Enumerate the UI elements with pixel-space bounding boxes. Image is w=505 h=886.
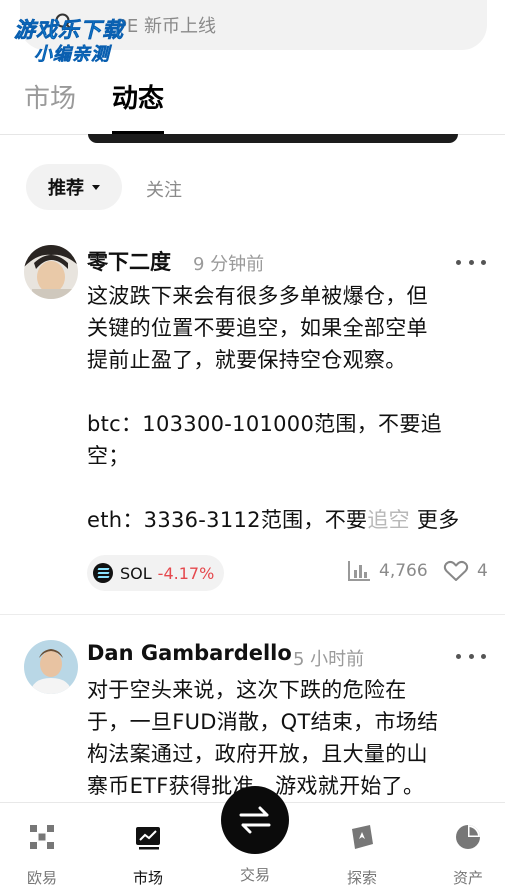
tab-feed[interactable]: 动态 [112, 78, 165, 134]
post-line: 于，一旦FUD消散，QT结束，市场结 [87, 710, 439, 734]
bar-chart-icon [348, 561, 370, 581]
coin-symbol: SOL [120, 563, 152, 583]
views-stat: 4,766 [347, 560, 428, 582]
post-line: 构法案通过，政府开放，且大量的山 [87, 742, 428, 766]
trade-button[interactable] [221, 786, 289, 854]
post-line: 寨币ETF获得批准，游戏就开始了。 [87, 770, 487, 802]
post-time: 9 分钟前 [193, 254, 265, 275]
nav-assets-label: 资产 [452, 869, 483, 886]
banner-edge [88, 134, 458, 143]
read-more-link[interactable]: 更多 [417, 508, 460, 532]
caret-down-icon [92, 184, 100, 190]
post-line: eth：3336-3112范围，不要 [87, 508, 368, 532]
nav-explore-label: 探索 [346, 869, 377, 886]
nav-home-label: 欧易 [26, 869, 57, 886]
nav-assets[interactable]: 资产 [438, 823, 498, 886]
post-line [87, 472, 487, 504]
post-line: 这波跌下来会有很多多单被爆仓，但 [87, 284, 428, 308]
pie-chart-icon [456, 825, 480, 849]
more-options-icon[interactable] [456, 652, 486, 660]
post-line: 提前止盈了，就要保持空仓观察。 [87, 348, 407, 372]
avatar[interactable] [24, 640, 78, 694]
views-count: 4,766 [379, 561, 428, 581]
compass-icon [352, 825, 373, 849]
follow-tab[interactable]: 关注 [146, 176, 182, 202]
heart-icon [443, 560, 469, 581]
nav-home[interactable]: 欧易 [12, 823, 72, 886]
post-line-last: eth：3336-3112范围，不要追空 更多 [87, 504, 487, 536]
coin-tag[interactable]: SOL -4.17% [87, 555, 225, 591]
recommend-label: 推荐 [48, 178, 84, 199]
post-body[interactable]: 这波跌下来会有很多多单被爆仓，但 关键的位置不要追空，如果全部空单 提前止盈了，… [87, 280, 487, 536]
nav-trade-label: 交易 [239, 866, 270, 884]
post-divider [0, 614, 505, 615]
okx-logo-icon [30, 825, 54, 849]
post-body[interactable]: 对于空头来说，这次下跌的危险在 于，一旦FUD消散，QT结束，市场结 构法案通过… [87, 674, 487, 802]
post-author[interactable]: 零下二度 [87, 246, 171, 276]
post-time: 5 小时前 [293, 649, 365, 670]
tab-market[interactable]: 市场 [24, 78, 76, 134]
coin-change: -4.17% [157, 563, 215, 583]
watermark-line2: 小编亲测 [34, 44, 110, 66]
chart-icon [136, 827, 160, 850]
swap-arrows-icon [239, 806, 271, 834]
post-line [87, 376, 487, 408]
nav-market[interactable]: 市场 [118, 823, 178, 886]
post-line-faded: 追空 [367, 508, 410, 532]
nav-explore[interactable]: 探索 [332, 823, 392, 886]
more-options-icon[interactable] [456, 258, 486, 266]
post-line: 对于空头来说，这次下跌的危险在 [87, 678, 407, 702]
post-line: 关键的位置不要追空，如果全部空单 [87, 316, 428, 340]
avatar[interactable] [24, 245, 78, 299]
nav-market-label: 市场 [132, 869, 163, 886]
top-tabs: 市场 动态 [24, 78, 200, 134]
post-line: 空； [87, 444, 130, 468]
watermark: 游戏乐下载 小编亲测 [8, 6, 146, 66]
likes-count: 4 [477, 561, 488, 581]
recommend-filter-button[interactable]: 推荐 [26, 164, 122, 210]
like-button[interactable]: 4 [443, 560, 488, 582]
post-line: btc：103300-101000范围，不要追 [87, 412, 442, 436]
solana-icon [93, 563, 113, 583]
post-author[interactable]: Dan Gambardello [87, 641, 292, 665]
